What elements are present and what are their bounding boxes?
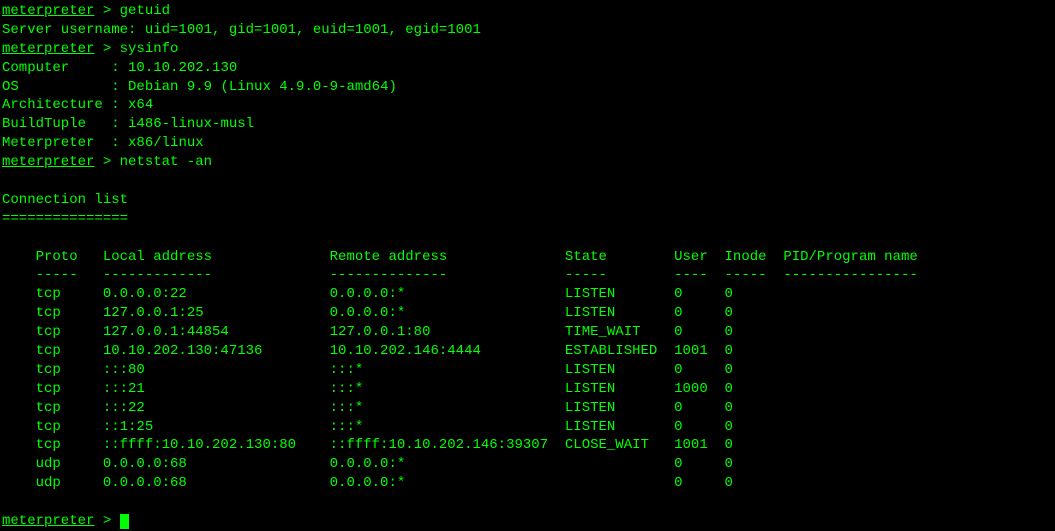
table-row: tcp 10.10.202.130:47136 10.10.202.146:44… bbox=[2, 342, 1053, 361]
prompt-line-active[interactable]: meterpreter > bbox=[2, 512, 1053, 531]
sysinfo-computer: Computer : 10.10.202.130 bbox=[2, 59, 1053, 78]
sysinfo-buildtuple: BuildTuple : i486-linux-musl bbox=[2, 115, 1053, 134]
prompt-text: meterpreter bbox=[2, 41, 94, 57]
computer-label: Computer : bbox=[2, 60, 128, 76]
prompt-separator: > bbox=[94, 513, 119, 529]
netstat-title: Connection list bbox=[2, 191, 1053, 210]
command-getuid: getuid bbox=[120, 3, 170, 19]
getuid-output: Server username: uid=1001, gid=1001, eui… bbox=[2, 21, 1053, 40]
terminal-output: meterpreter > getuid Server username: ui… bbox=[2, 2, 1053, 531]
prompt-separator: > bbox=[94, 3, 119, 19]
prompt-separator: > bbox=[94, 154, 119, 170]
blank-line bbox=[2, 493, 1053, 512]
table-row: tcp :::21 :::* LISTEN 1000 0 bbox=[2, 380, 1053, 399]
meterpreter-value: x86/linux bbox=[128, 135, 204, 151]
prompt-text: meterpreter bbox=[2, 513, 94, 529]
command-sysinfo: sysinfo bbox=[120, 41, 179, 57]
sysinfo-arch: Architecture : x64 bbox=[2, 96, 1053, 115]
buildtuple-value: i486-linux-musl bbox=[128, 116, 254, 132]
table-row: tcp :::80 :::* LISTEN 0 0 bbox=[2, 361, 1053, 380]
os-value: Debian 9.9 (Linux 4.9.0-9-amd64) bbox=[128, 79, 397, 95]
command-netstat: netstat -an bbox=[120, 154, 212, 170]
sysinfo-os: OS : Debian 9.9 (Linux 4.9.0-9-amd64) bbox=[2, 78, 1053, 97]
netstat-rows: tcp 0.0.0.0:22 0.0.0.0:* LISTEN 0 0 tcp … bbox=[2, 285, 1053, 493]
table-row: tcp :::22 :::* LISTEN 0 0 bbox=[2, 399, 1053, 418]
blank-line bbox=[2, 229, 1053, 248]
prompt-text: meterpreter bbox=[2, 154, 94, 170]
arch-value: x64 bbox=[128, 97, 153, 113]
table-row: tcp 127.0.0.1:44854 127.0.0.1:80 TIME_WA… bbox=[2, 323, 1053, 342]
table-row: tcp 127.0.0.1:25 0.0.0.0:* LISTEN 0 0 bbox=[2, 304, 1053, 323]
blank-line bbox=[2, 172, 1053, 191]
buildtuple-label: BuildTuple : bbox=[2, 116, 128, 132]
prompt-separator: > bbox=[94, 41, 119, 57]
meterpreter-label: Meterpreter : bbox=[2, 135, 128, 151]
table-row: tcp ::ffff:10.10.202.130:80 ::ffff:10.10… bbox=[2, 436, 1053, 455]
table-row: tcp ::1:25 :::* LISTEN 0 0 bbox=[2, 418, 1053, 437]
table-row: udp 0.0.0.0:68 0.0.0.0:* 0 0 bbox=[2, 455, 1053, 474]
prompt-text: meterpreter bbox=[2, 3, 94, 19]
table-row: tcp 0.0.0.0:22 0.0.0.0:* LISTEN 0 0 bbox=[2, 285, 1053, 304]
arch-label: Architecture : bbox=[2, 97, 128, 113]
os-label: OS : bbox=[2, 79, 128, 95]
netstat-header: Proto Local address Remote address State… bbox=[2, 248, 1053, 267]
sysinfo-meterpreter: Meterpreter : x86/linux bbox=[2, 134, 1053, 153]
cursor-icon bbox=[120, 514, 129, 529]
netstat-header-divider: ----- ------------- -------------- -----… bbox=[2, 266, 1053, 285]
computer-value: 10.10.202.130 bbox=[128, 60, 237, 76]
prompt-line-netstat: meterpreter > netstat -an bbox=[2, 153, 1053, 172]
table-row: udp 0.0.0.0:68 0.0.0.0:* 0 0 bbox=[2, 474, 1053, 493]
prompt-line-sysinfo: meterpreter > sysinfo bbox=[2, 40, 1053, 59]
prompt-line-getuid: meterpreter > getuid bbox=[2, 2, 1053, 21]
netstat-title-divider: =============== bbox=[2, 210, 1053, 229]
